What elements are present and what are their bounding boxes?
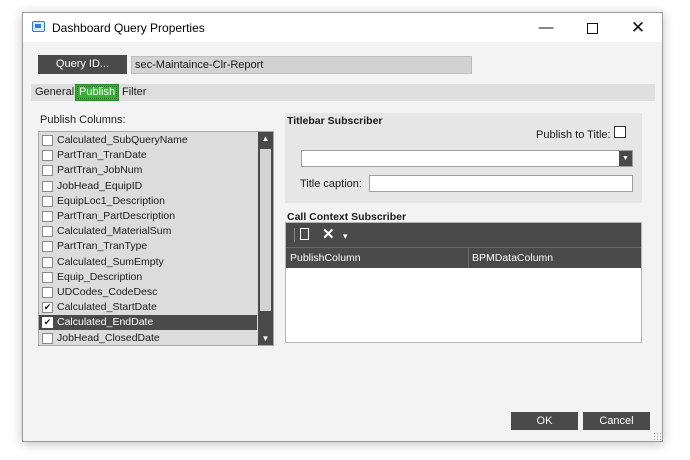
- checkbox[interactable]: [42, 226, 53, 238]
- query-id-field: sec-Maintaince-Clr-Report: [131, 56, 472, 74]
- publish-column-label: Equip_Description: [57, 270, 143, 283]
- publish-column-label: PartTran_TranType: [57, 240, 148, 253]
- grid-toolbar: ✕ ▾: [286, 223, 641, 247]
- publish-column-label: Calculated_EndDate: [57, 316, 154, 329]
- publish-column-label: UDCodes_CodeDesc: [57, 286, 158, 298]
- tab-publish[interactable]: Publish: [75, 84, 120, 101]
- publish-column-label: Calculated_SubQueryName: [57, 134, 188, 146]
- app-icon: [32, 21, 45, 32]
- tab-strip: General Publish Filter: [31, 84, 655, 101]
- scroll-down-icon[interactable]: ▼: [258, 332, 273, 345]
- publish-column-item[interactable]: PartTran_TranType: [39, 239, 257, 254]
- publish-column-label: PartTran_TranDate: [57, 149, 147, 162]
- checkbox[interactable]: ✔: [42, 317, 53, 329]
- publish-column-item[interactable]: ✔ Calculated_EndDate: [39, 315, 257, 331]
- publish-column-item[interactable]: Equip_Description: [39, 270, 257, 285]
- maximize-button[interactable]: [569, 13, 615, 42]
- publish-column-label: PartTran_JobNum: [57, 164, 143, 177]
- checkbox[interactable]: [42, 332, 53, 344]
- publish-column-label: PartTran_PartDescription: [57, 210, 176, 222]
- publish-column-item[interactable]: Calculated_SubQueryName: [39, 133, 257, 148]
- checkbox[interactable]: [42, 150, 53, 162]
- checkbox[interactable]: [42, 287, 53, 298]
- checkbox[interactable]: [42, 271, 53, 283]
- title-bar: Dashboard Query Properties — ✕: [23, 13, 662, 42]
- toolbar-separator: [294, 228, 295, 242]
- publish-column-item[interactable]: PartTran_TranDate: [39, 148, 257, 163]
- delete-icon[interactable]: ✕: [322, 226, 335, 243]
- title-caption-input[interactable]: [369, 175, 633, 192]
- scroll-thumb[interactable]: [260, 149, 271, 311]
- checkbox[interactable]: [42, 241, 53, 253]
- subscriber-dropdown[interactable]: ▼: [301, 150, 633, 167]
- publish-column-item[interactable]: PartTran_JobNum: [39, 163, 257, 178]
- new-row-icon[interactable]: [300, 228, 309, 240]
- tab-general[interactable]: General: [35, 84, 74, 101]
- publish-column-item[interactable]: Calculated_SumEmpty: [39, 255, 257, 270]
- checkbox[interactable]: [42, 211, 53, 222]
- maximize-icon: [586, 22, 598, 34]
- column-bpm-data-column[interactable]: BPMDataColumn: [472, 252, 553, 264]
- tab-filter[interactable]: Filter: [122, 84, 146, 101]
- query-id-button[interactable]: Query ID...: [38, 55, 127, 74]
- title-caption-label: Title caption:: [300, 178, 362, 190]
- chevron-down-icon[interactable]: ▼: [619, 151, 632, 166]
- publish-columns-label: Publish Columns:: [40, 114, 126, 126]
- checkbox[interactable]: [42, 135, 53, 146]
- titlebar-subscriber-title: Titlebar Subscriber: [287, 115, 383, 127]
- publish-column-label: Calculated_StartDate: [57, 301, 157, 314]
- publish-column-label: Calculated_SumEmpty: [57, 255, 164, 268]
- publish-column-item[interactable]: UDCodes_CodeDesc: [39, 285, 257, 300]
- publish-column-label: JobHead_ClosedDate: [57, 331, 160, 344]
- dialog-window: Dashboard Query Properties — ✕ Query ID.…: [22, 12, 663, 442]
- list-scrollbar[interactable]: ▲ ▼: [258, 132, 273, 345]
- checkbox[interactable]: [42, 180, 53, 192]
- publish-columns-list[interactable]: JobHead_ClosedDate ✔ Calculated_EndDate ✔ Ca…: [38, 131, 274, 346]
- column-divider: [468, 248, 469, 268]
- publish-to-title-checkbox[interactable]: [614, 126, 626, 138]
- scroll-up-icon[interactable]: ▲: [258, 132, 273, 145]
- publish-column-label: EquipLoc1_Description: [57, 194, 165, 207]
- publish-column-label: Calculated_MaterialSum: [57, 225, 172, 238]
- call-context-grid: ✕ ▾ PublishColumn BPMDataColumn: [285, 222, 642, 343]
- grid-header: PublishColumn BPMDataColumn: [286, 247, 641, 268]
- checkbox[interactable]: ✔: [42, 302, 53, 314]
- publish-column-item[interactable]: ✔ Calculated_StartDate: [39, 300, 257, 315]
- dropdown-arrow-icon[interactable]: ▾: [343, 231, 348, 242]
- publish-column-item[interactable]: Calculated_MaterialSum: [39, 224, 257, 239]
- resize-grip-icon[interactable]: [653, 432, 661, 440]
- window-title: Dashboard Query Properties: [52, 21, 205, 35]
- checkbox[interactable]: [42, 165, 53, 177]
- publish-column-item[interactable]: PartTran_PartDescription: [39, 209, 257, 224]
- column-publish-column[interactable]: PublishColumn: [290, 252, 361, 264]
- publish-to-title-label: Publish to Title:: [536, 129, 611, 141]
- minimize-button[interactable]: —: [523, 13, 569, 42]
- publish-column-item[interactable]: JobHead_EquipID: [39, 179, 257, 194]
- cancel-button[interactable]: Cancel: [583, 412, 650, 430]
- checkbox[interactable]: [42, 195, 53, 207]
- checkbox[interactable]: [42, 256, 53, 268]
- publish-column-label: JobHead_EquipID: [57, 179, 143, 192]
- close-button[interactable]: ✕: [615, 13, 661, 42]
- ok-button[interactable]: OK: [511, 412, 578, 430]
- publish-column-item[interactable]: EquipLoc1_Description: [39, 194, 257, 209]
- publish-column-item[interactable]: JobHead_ClosedDate: [39, 331, 257, 345]
